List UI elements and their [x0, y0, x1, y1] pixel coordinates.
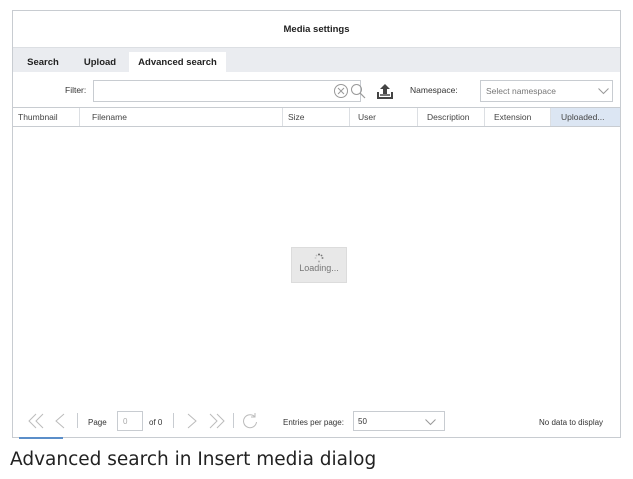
loading-indicator: Loading... [291, 247, 347, 283]
search-icon[interactable] [350, 83, 366, 99]
entries-per-page-label: Entries per page: [283, 418, 344, 427]
upload-icon[interactable] [376, 82, 394, 100]
filter-input[interactable] [93, 80, 361, 102]
tab-bar: Search Upload Advanced search [13, 48, 620, 72]
next-page-icon[interactable] [187, 413, 197, 429]
focus-underline [19, 437, 63, 439]
status-text: No data to display [539, 418, 604, 427]
grid-body: Loading... [13, 127, 620, 409]
chevron-down-icon [425, 419, 436, 426]
loading-text: Loading... [299, 263, 339, 273]
chevron-down-icon [598, 88, 609, 95]
grid-header: Thumbnail Filename Size User Description… [13, 107, 620, 127]
column-description[interactable]: Description [418, 108, 485, 126]
namespace-select[interactable]: Select namespace [480, 80, 613, 102]
page-label: Page [88, 418, 107, 427]
entries-per-page-value: 50 [358, 417, 367, 426]
column-size[interactable]: Size [283, 108, 350, 126]
namespace-label: Namespace: [410, 85, 458, 95]
pagination-bar: Page 0 of 0 Entries per page: 50 No data… [13, 409, 620, 437]
dialog-title: Media settings [13, 11, 620, 48]
separator [173, 413, 174, 428]
page-of-label: of 0 [149, 418, 163, 427]
separator [77, 413, 78, 428]
column-filename[interactable]: Filename [80, 108, 283, 126]
clear-icon[interactable] [333, 83, 349, 99]
previous-page-icon[interactable] [55, 413, 65, 429]
last-page-icon[interactable] [209, 413, 225, 429]
namespace-placeholder: Select namespace [486, 86, 556, 96]
refresh-icon[interactable] [241, 412, 259, 430]
filter-bar: Filter: Namespace: Select namespace [13, 80, 620, 102]
column-user[interactable]: User [350, 108, 418, 126]
column-thumbnail[interactable]: Thumbnail [13, 108, 80, 126]
entries-per-page-select[interactable]: 50 [353, 411, 445, 431]
tab-advanced-search[interactable]: Advanced search [129, 52, 226, 72]
tab-upload[interactable]: Upload [75, 52, 125, 72]
separator [233, 413, 234, 428]
column-uploaded[interactable]: Uploaded... [551, 108, 620, 126]
column-extension[interactable]: Extension [485, 108, 551, 126]
first-page-icon[interactable] [28, 413, 44, 429]
tab-search[interactable]: Search [19, 52, 67, 72]
image-caption: Advanced search in Insert media dialog [10, 449, 377, 470]
page-input[interactable]: 0 [117, 411, 143, 431]
insert-media-dialog: Media settings Search Upload Advanced se… [12, 10, 621, 439]
filter-label: Filter: [65, 85, 87, 95]
spinner-icon [314, 253, 324, 263]
